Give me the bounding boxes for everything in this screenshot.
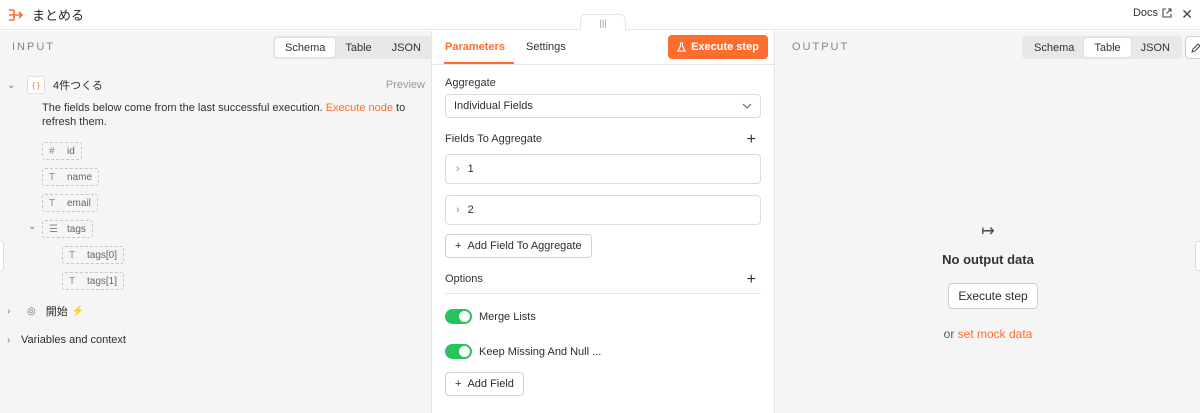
panel-drag-handle[interactable]: ||| — [580, 14, 626, 30]
add-field-label: Add Field — [467, 378, 514, 390]
field-name: email — [67, 197, 91, 209]
or-text: or — [943, 327, 958, 341]
execute-step-button[interactable]: Execute step — [668, 35, 768, 59]
edit-output-button[interactable] — [1185, 36, 1200, 59]
add-aggregate-field-plus-icon[interactable]: + — [747, 132, 756, 148]
output-tab-json[interactable]: JSON — [1131, 38, 1180, 57]
field-name: tags[1] — [87, 275, 118, 287]
output-tab-schema[interactable]: Schema — [1024, 38, 1084, 57]
code-node-icon: { } — [27, 76, 45, 94]
text-type-icon: T — [69, 275, 76, 287]
text-type-icon: T — [69, 249, 76, 261]
parameters-panel: Parameters Settings Execute step Aggrega… — [432, 31, 774, 413]
input-tab-json[interactable]: JSON — [382, 38, 431, 57]
input-tab-table[interactable]: Table — [335, 38, 381, 57]
start-node-name: 開始 — [45, 306, 68, 318]
schema-field-name[interactable]: T name — [42, 168, 100, 186]
list-type-icon: ☰ — [49, 223, 58, 235]
keep-missing-option: Keep Missing And Null ... — [445, 344, 601, 359]
tab-settings[interactable]: Settings — [526, 41, 566, 53]
close-icon[interactable]: ✕ — [1181, 6, 1193, 23]
options-label: Options — [445, 273, 483, 285]
aggregate-label: Aggregate — [445, 77, 496, 89]
field-name: name — [67, 171, 93, 183]
flask-icon — [677, 42, 686, 52]
node-title[interactable]: まとめる — [32, 5, 84, 24]
add-option-plus-icon[interactable]: + — [747, 272, 756, 288]
variables-label: Variables and context — [21, 334, 126, 346]
external-link-icon — [1162, 8, 1172, 18]
start-node-row[interactable]: › ◎ 開始 ⚡ — [7, 303, 84, 319]
mock-data-line: or set mock data — [775, 327, 1200, 341]
variables-row[interactable]: › Variables and context — [7, 334, 126, 346]
schema-field-id[interactable]: # id — [42, 142, 82, 160]
input-panel-label: INPUT — [12, 41, 55, 53]
docs-label: Docs — [1132, 7, 1158, 19]
field-name: id — [67, 145, 75, 157]
input-tab-schema[interactable]: Schema — [275, 38, 336, 57]
input-node-row[interactable]: ⌄ { } 4件つくる Preview — [7, 76, 425, 94]
aggregate-field-item-1[interactable]: › 1 — [445, 154, 761, 184]
output-tab-table[interactable]: Table — [1084, 38, 1131, 57]
field-name: tags[0] — [87, 249, 118, 261]
description-text: The fields below come from the last succ… — [42, 102, 326, 114]
parameters-tab-bar: Parameters Settings Execute step — [432, 31, 774, 65]
input-node-name: 4件つくる — [53, 80, 103, 92]
input-panel-resize-handle[interactable] — [0, 241, 4, 271]
docs-link[interactable]: Docs — [1133, 7, 1172, 19]
pencil-icon — [1191, 42, 1200, 53]
add-field-to-aggregate-label: Add Field To Aggregate — [467, 240, 582, 252]
tab-parameters[interactable]: Parameters — [445, 41, 505, 53]
chevron-right-icon[interactable]: › — [7, 335, 19, 346]
input-view-switch: Schema Table JSON — [273, 36, 433, 59]
add-field-button[interactable]: + Add Field — [445, 372, 524, 396]
text-type-icon: T — [49, 171, 56, 183]
bolt-icon: ⚡ — [71, 305, 85, 317]
plus-icon: + — [455, 240, 462, 252]
chevron-down-icon[interactable]: ⌄ — [28, 221, 40, 232]
aggregate-field-label: 1 — [467, 163, 474, 175]
aggregate-field-label: 2 — [467, 204, 474, 216]
trigger-node-icon: ◎ — [27, 305, 36, 317]
aggregate-value: Individual Fields — [454, 100, 533, 112]
schema-field-tags-1[interactable]: T tags[1] — [62, 272, 125, 290]
output-panel: OUTPUT Schema Table JSON ↦ No output dat… — [774, 31, 1200, 413]
no-output-title: No output data — [942, 252, 1034, 267]
keep-missing-label: Keep Missing And Null ... — [479, 345, 602, 358]
aggregate-field-item-2[interactable]: › 2 — [445, 195, 761, 225]
active-tab-indicator — [444, 62, 514, 64]
execute-step-label: Execute step — [691, 41, 759, 53]
output-view-switch: Schema Table JSON — [1022, 36, 1182, 59]
schema-field-tags[interactable]: ☰ tags — [42, 220, 93, 238]
plus-icon: + — [455, 378, 462, 390]
add-field-to-aggregate-button[interactable]: + Add Field To Aggregate — [445, 234, 592, 258]
merge-lists-option: Merge Lists — [445, 309, 536, 324]
chevron-down-icon[interactable]: ⌄ — [7, 80, 19, 91]
set-mock-data-link[interactable]: set mock data — [958, 327, 1033, 341]
aggregate-select[interactable]: Individual Fields — [445, 94, 761, 118]
text-type-icon: T — [49, 197, 56, 209]
aggregate-node-icon — [9, 8, 24, 21]
options-divider — [445, 293, 761, 294]
merge-lists-toggle[interactable] — [445, 309, 472, 324]
chevron-right-icon[interactable]: › — [456, 204, 460, 216]
fields-to-aggregate-label: Fields To Aggregate — [445, 133, 543, 145]
chevron-right-icon[interactable]: › — [7, 306, 19, 317]
output-panel-label: OUTPUT — [792, 41, 850, 53]
execute-node-link[interactable]: Execute node — [326, 102, 393, 114]
no-output-icon: ↦ — [981, 223, 995, 240]
chevron-right-icon[interactable]: › — [456, 163, 460, 175]
schema-field-email[interactable]: T email — [42, 194, 98, 212]
number-type-icon: # — [49, 145, 55, 157]
output-execute-step-button[interactable]: Execute step — [948, 283, 1038, 309]
chevron-down-icon — [742, 103, 752, 109]
input-panel: INPUT Schema Table JSON ⌄ { } 4件つくる Prev… — [0, 31, 433, 413]
output-panel-resize-handle[interactable] — [1195, 241, 1200, 271]
schema-field-tags-0[interactable]: T tags[0] — [62, 246, 125, 264]
field-name: tags — [67, 223, 86, 235]
merge-lists-label: Merge Lists — [479, 310, 536, 323]
keep-missing-toggle[interactable] — [445, 344, 472, 359]
schema-description: The fields below come from the last succ… — [42, 101, 422, 129]
preview-label: Preview — [385, 79, 425, 91]
